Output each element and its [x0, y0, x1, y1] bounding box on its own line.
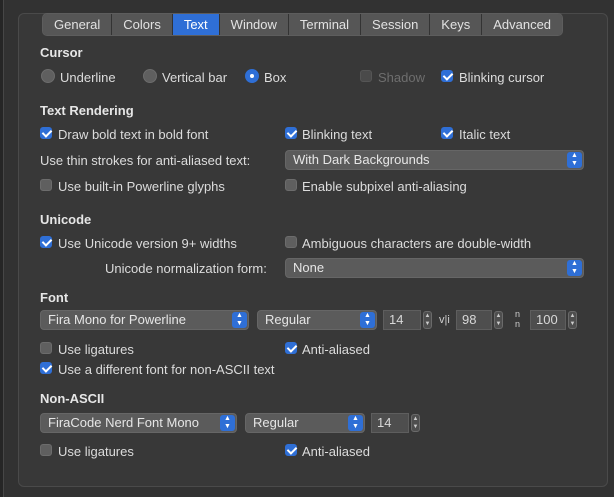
- horizontal-spacing-icon: v|i: [439, 314, 450, 326]
- powerline-checkbox[interactable]: [40, 179, 52, 191]
- vertical-spacing-icon: nn: [515, 309, 521, 329]
- font-size-stepper[interactable]: ▲ ▼: [423, 311, 432, 329]
- non-ascii-weight-value: Regular: [253, 415, 299, 430]
- chevron-updown-icon: ▲ ▼: [360, 312, 375, 328]
- unicode9-checkbox[interactable]: [40, 236, 52, 248]
- cursor-heading: Cursor: [40, 45, 83, 60]
- vertical-spacing-stepper[interactable]: ▲ ▼: [568, 311, 577, 329]
- non-ascii-size-stepper[interactable]: ▲ ▼: [411, 414, 420, 432]
- tab-advanced[interactable]: Advanced: [482, 14, 563, 35]
- blinking-cursor-label: Blinking cursor: [459, 70, 545, 85]
- unicode9-label: Use Unicode version 9+ widths: [58, 236, 237, 251]
- thin-strokes-value: With Dark Backgrounds: [293, 152, 430, 167]
- font-heading: Font: [40, 290, 69, 305]
- font-family-select[interactable]: Fira Mono for Powerline ▲ ▼: [40, 310, 249, 330]
- font-size-field[interactable]: 14: [383, 310, 421, 330]
- font-ligatures-checkbox[interactable]: [40, 342, 52, 354]
- vertical-bar-radio[interactable]: [143, 69, 157, 83]
- tab-general[interactable]: General: [43, 14, 113, 35]
- non-ascii-family-value: FiraCode Nerd Font Mono: [48, 415, 200, 430]
- different-font-checkbox[interactable]: [40, 362, 52, 374]
- blinking-text-label: Blinking text: [302, 127, 373, 142]
- underline-label: Underline: [60, 70, 116, 85]
- normalization-value: None: [293, 260, 325, 275]
- non-ascii-family-select[interactable]: FiraCode Nerd Font Mono ▲ ▼: [40, 413, 237, 433]
- font-ligatures-label: Use ligatures: [58, 342, 134, 357]
- text-rendering-heading: Text Rendering: [40, 103, 134, 118]
- chevron-updown-icon: ▲ ▼: [220, 415, 235, 431]
- blinking-text-checkbox[interactable]: [285, 127, 297, 139]
- box-radio[interactable]: [245, 69, 259, 83]
- non-ascii-ligatures-label: Use ligatures: [58, 444, 134, 459]
- underline-radio[interactable]: [41, 69, 55, 83]
- tab-colors[interactable]: Colors: [112, 14, 173, 35]
- non-ascii-weight-select[interactable]: Regular ▲ ▼: [245, 413, 365, 433]
- tab-text[interactable]: Text: [172, 14, 220, 35]
- font-weight-value: Regular: [265, 312, 311, 327]
- horizontal-spacing-field[interactable]: 98: [456, 310, 492, 330]
- blinking-cursor-checkbox[interactable]: [441, 70, 453, 82]
- font-anti-aliased-label: Anti-aliased: [302, 342, 370, 357]
- horizontal-spacing-stepper[interactable]: ▲ ▼: [494, 311, 503, 329]
- left-window-edge: [0, 0, 4, 497]
- shadow-label: Shadow: [378, 70, 425, 85]
- non-ascii-size-field[interactable]: 14: [371, 413, 409, 433]
- non-ascii-heading: Non-ASCII: [40, 391, 105, 406]
- ambiguous-width-checkbox[interactable]: [285, 236, 297, 248]
- tab-session[interactable]: Session: [361, 14, 431, 35]
- normalization-select[interactable]: None ▲ ▼: [285, 258, 584, 278]
- tab-terminal[interactable]: Terminal: [288, 14, 362, 35]
- font-anti-aliased-checkbox[interactable]: [285, 342, 297, 354]
- chevron-updown-icon: ▲ ▼: [567, 260, 582, 276]
- bold-font-label: Draw bold text in bold font: [58, 127, 209, 142]
- italic-text-label: Italic text: [459, 127, 511, 142]
- subpixel-checkbox[interactable]: [285, 179, 297, 191]
- tab-window[interactable]: Window: [219, 14, 289, 35]
- non-ascii-anti-aliased-label: Anti-aliased: [302, 444, 370, 459]
- vertical-bar-label: Vertical bar: [162, 70, 228, 85]
- box-label: Box: [264, 70, 287, 85]
- tab-bar: General Colors Text Window Terminal Sess…: [42, 13, 564, 36]
- vertical-spacing-field[interactable]: 100: [530, 310, 566, 330]
- tab-keys[interactable]: Keys: [430, 14, 483, 35]
- non-ascii-anti-aliased-checkbox[interactable]: [285, 444, 297, 456]
- font-weight-select[interactable]: Regular ▲ ▼: [257, 310, 377, 330]
- normalization-label: Unicode normalization form:: [105, 261, 267, 276]
- non-ascii-ligatures-checkbox[interactable]: [40, 444, 52, 456]
- different-font-label: Use a different font for non-ASCII text: [58, 362, 275, 377]
- chevron-updown-icon: ▲ ▼: [567, 152, 582, 168]
- thin-strokes-select[interactable]: With Dark Backgrounds ▲ ▼: [285, 150, 584, 170]
- shadow-checkbox: [360, 70, 372, 82]
- chevron-updown-icon: ▲ ▼: [232, 312, 247, 328]
- subpixel-label: Enable subpixel anti-aliasing: [302, 179, 467, 194]
- powerline-label: Use built-in Powerline glyphs: [58, 179, 225, 194]
- italic-text-checkbox[interactable]: [441, 127, 453, 139]
- font-family-value: Fira Mono for Powerline: [48, 312, 186, 327]
- ambiguous-width-label: Ambiguous characters are double-width: [302, 236, 532, 251]
- chevron-updown-icon: ▲ ▼: [348, 415, 363, 431]
- thin-strokes-label: Use thin strokes for anti-aliased text:: [40, 153, 251, 168]
- unicode-heading: Unicode: [40, 212, 92, 227]
- bold-font-checkbox[interactable]: [40, 127, 52, 139]
